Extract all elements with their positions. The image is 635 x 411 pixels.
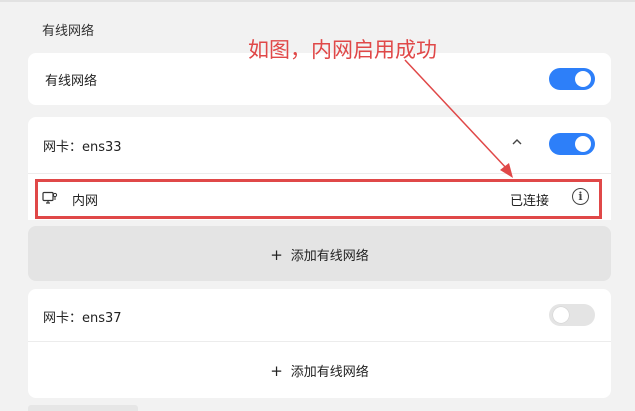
annotation-arrow-icon	[404, 59, 513, 178]
